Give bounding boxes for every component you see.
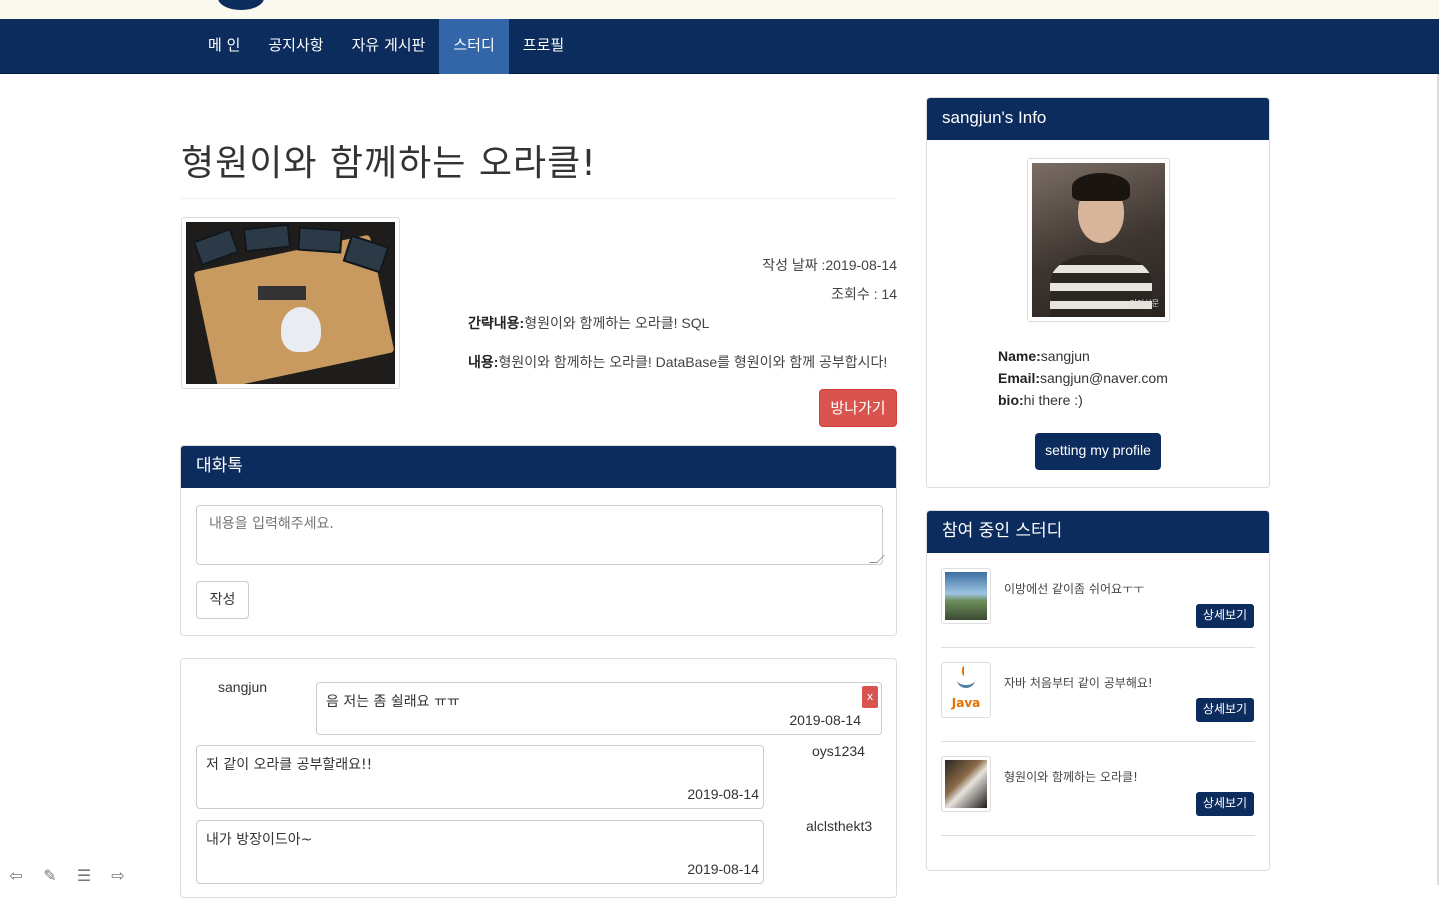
bio-key: bio:	[998, 392, 1024, 408]
landscape-image	[945, 572, 987, 620]
monitor-shape	[297, 226, 343, 254]
hair-shape	[1072, 173, 1130, 201]
detail-button[interactable]: 상세보기	[1196, 698, 1254, 722]
bio-value: hi there :)	[1023, 392, 1083, 408]
page-title: 형원이와 함께하는 오라클!	[181, 134, 897, 199]
message-username: oys1234	[812, 743, 865, 759]
message-username: sangjun	[218, 679, 268, 695]
nav-menu: 메 인 공지사항 자유 게시판 스터디 프로필	[194, 19, 578, 74]
user-info-header: sangjun's Info	[927, 98, 1269, 140]
delete-message-button[interactable]: x	[862, 686, 878, 708]
email-value: sangjun@naver.com	[1040, 370, 1168, 386]
nav-item-free-board[interactable]: 자유 게시판	[338, 19, 440, 74]
name-value: sangjun	[1040, 348, 1090, 364]
study-thumbnail	[181, 217, 400, 389]
study-thumb[interactable]: Java	[941, 662, 991, 718]
content-value: 형원이와 함께하는 오라클! DataBase를 형원이와 함께 공부합시다!	[498, 354, 888, 370]
back-arrow-icon[interactable]: ⇦	[2, 867, 30, 885]
email-key: Email:	[998, 370, 1041, 386]
person-shape	[281, 307, 321, 352]
message-bubble: 음 저는 좀 쉴래요 ㅠㅠ x 2019-08-14	[316, 682, 882, 735]
nav-item-profile[interactable]: 프로필	[509, 19, 578, 74]
message-list: sangjun 음 저는 좀 쉴래요 ㅠㅠ x 2019-08-14 저 같이 …	[180, 658, 897, 898]
message-bubble: 내가 방장이드아~ 2019-08-14	[196, 820, 764, 884]
joined-studies-header: 참여 중인 스터디	[927, 511, 1269, 553]
chat-input[interactable]	[196, 505, 883, 565]
desk-photo-image	[945, 760, 987, 808]
logo[interactable]	[218, 0, 264, 10]
study-list-item: 이방에선 같이좀 쉬어요ㅜㅜ 상세보기	[941, 554, 1255, 648]
study-list-item: Java 자바 처음부터 같이 공부해요! 상세보기	[941, 648, 1255, 742]
chat-panel-header: 대화톡	[181, 446, 896, 488]
summary-key: 간략내용:	[468, 315, 525, 331]
study-title: 이방에선 같이좀 쉬어요ㅜㅜ	[1004, 582, 1145, 596]
avatar-image: 정정신문	[1032, 163, 1165, 317]
post-content: 내용:형원이와 함께하는 오라클! DataBase를 형원이와 함께 공부합시…	[468, 352, 887, 372]
chat-panel: 대화톡 작성	[180, 445, 897, 636]
summary-value: 형원이와 함께하는 오라클! SQL	[524, 315, 710, 331]
nav-item-notice[interactable]: 공지사항	[254, 19, 337, 74]
setting-profile-button[interactable]: setting my profile	[1035, 433, 1161, 470]
name-key: Name:	[998, 348, 1041, 364]
study-title: 자바 처음부터 같이 공부해요!	[1004, 676, 1153, 690]
study-thumbnail-image	[186, 222, 395, 384]
user-bio-row: bio:hi there :)	[998, 389, 1168, 411]
message-date: 2019-08-14	[687, 861, 759, 877]
message-text: 음 저는 좀 쉴래요 ㅠㅠ	[326, 694, 460, 710]
monitor-shape	[192, 227, 240, 267]
study-thumb[interactable]	[941, 568, 991, 624]
study-title: 형원이와 함께하는 오라클!	[1004, 770, 1138, 784]
avatar: 정정신문	[1027, 158, 1170, 322]
message-text: 저 같이 오라클 공부할래요!!	[206, 757, 373, 773]
user-name-row: Name:sangjun	[998, 345, 1168, 367]
main-navbar: 메 인 공지사항 자유 게시판 스터디 프로필	[0, 19, 1439, 74]
user-info-panel: sangjun's Info 정정신문 Name:sangjun Email:s…	[926, 97, 1270, 488]
watermark: 정정신문	[1129, 299, 1159, 308]
list-icon[interactable]: ☰	[70, 867, 98, 885]
monitor-shape	[242, 223, 292, 253]
post-summary: 간략내용:형원이와 함께하는 오라클! SQL	[468, 313, 709, 333]
content-key: 내용:	[468, 354, 499, 370]
forward-arrow-icon[interactable]: ⇨	[104, 867, 132, 885]
leave-room-button[interactable]: 방나가기	[819, 389, 897, 427]
message-username: alclsthekt3	[806, 818, 873, 834]
user-details: Name:sangjun Email:sangjun@naver.com bio…	[998, 345, 1168, 411]
nav-item-study[interactable]: 스터디	[439, 19, 509, 74]
write-button[interactable]: 작성	[196, 581, 249, 619]
study-thumb[interactable]	[941, 756, 991, 812]
joined-studies-panel: 참여 중인 스터디 이방에선 같이좀 쉬어요ㅜㅜ 상세보기 Java 자바 처음…	[926, 510, 1270, 871]
keyboard-shape	[258, 286, 306, 300]
message-date: 2019-08-14	[687, 786, 759, 802]
study-list-item: 형원이와 함께하는 오라클! 상세보기	[941, 742, 1255, 836]
detail-button[interactable]: 상세보기	[1196, 604, 1254, 628]
java-steam-shape	[962, 666, 968, 676]
message-date: 2019-08-14	[789, 712, 861, 728]
top-strip	[0, 0, 1439, 19]
page-toolbar: ⇦ ✎ ☰ ⇨	[2, 867, 132, 885]
post-date: 작성 날짜 :2019-08-14	[762, 257, 897, 273]
detail-button[interactable]: 상세보기	[1196, 792, 1254, 816]
pencil-icon[interactable]: ✎	[36, 867, 64, 885]
post-views: 조회수 : 14	[831, 286, 897, 302]
java-logo-icon: Java	[945, 666, 987, 714]
java-logo-text: Java	[951, 696, 981, 710]
nav-item-main[interactable]: 메 인	[194, 19, 254, 74]
message-bubble: 저 같이 오라클 공부할래요!! 2019-08-14	[196, 745, 764, 809]
user-email-row: Email:sangjun@naver.com	[998, 367, 1168, 389]
message-text: 내가 방장이드아~	[206, 832, 313, 848]
